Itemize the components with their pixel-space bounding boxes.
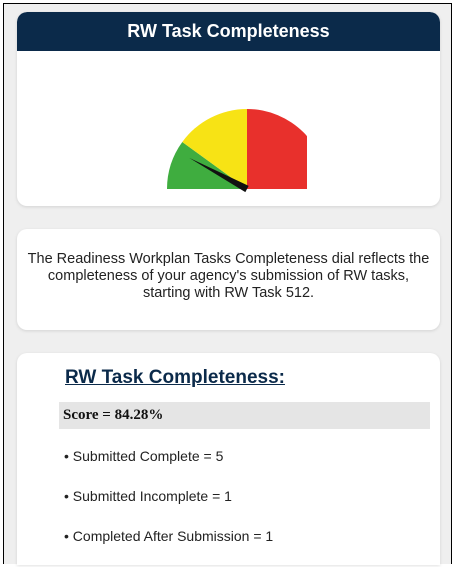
- stat-submitted-incomplete: • Submitted Incomplete = 1: [64, 488, 232, 504]
- card-header: RW Task Completeness: [17, 12, 440, 51]
- completeness-gauge: [167, 109, 307, 193]
- score-row: Score = 84.28%: [59, 402, 430, 429]
- score-value: Score = 84.28%: [63, 407, 164, 423]
- gauge-description: The Readiness Workplan Tasks Completenes…: [27, 251, 430, 301]
- gauge-segments: [167, 109, 307, 193]
- card-title: RW Task Completeness: [127, 21, 330, 41]
- widget-frame: RW Task Completeness The Readiness Workp…: [3, 3, 452, 565]
- stats-card: RW Task Completeness: Score = 84.28% • S…: [17, 353, 440, 565]
- stat-submitted-complete: • Submitted Complete = 5: [64, 448, 224, 464]
- description-card: The Readiness Workplan Tasks Completenes…: [17, 229, 440, 330]
- stats-title: RW Task Completeness:: [65, 367, 285, 388]
- gauge-red-zone: [247, 109, 307, 189]
- gauge-card: RW Task Completeness: [17, 12, 440, 206]
- stat-completed-after-submission: • Completed After Submission = 1: [64, 528, 274, 544]
